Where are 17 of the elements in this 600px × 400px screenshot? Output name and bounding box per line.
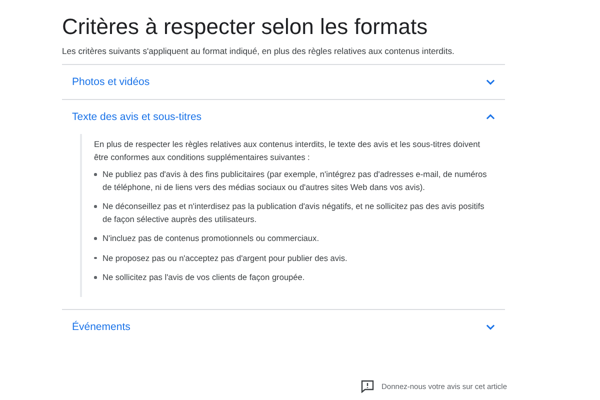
bullet-icon xyxy=(94,173,96,176)
bullet-text: Ne sollicitez pas l'avis de vos clients de façon groupée. xyxy=(102,271,305,284)
body-paragraph: En plus de respecter les règles relatives aux contenus interdits, le texte des avis et les sous-titres doivent être conformes aux conditions supplémentaires suivantes : xyxy=(94,138,481,163)
accordion-header[interactable]: Photos et vidéos xyxy=(62,65,505,99)
intro-text: Les critères suivants s'appliquent au format indiqué, en plus des règles relatives aux contenus interdits. xyxy=(62,46,456,56)
bullet-icon xyxy=(94,237,96,240)
page-title: Critères à respecter selon les formats xyxy=(62,14,429,40)
bullet-text: Ne publiez pas d'avis à des fins publicitaires (par exemple, n'intégrez pas d'adresses e-mail, de numéros de téléphone, ni de liens vers des médias sociaux ou d'autres sites Web dans vos avis). xyxy=(102,168,488,193)
bullet-icon xyxy=(94,256,96,259)
feedback-icon[interactable] xyxy=(360,380,374,393)
accordion-header[interactable]: Texte des avis et sous-titres xyxy=(62,100,505,134)
bullet-icon xyxy=(94,276,96,278)
bullet-text: Ne déconseillez pas et n'interdisez pas la publication d'avis négatifs, et ne sollicitez pas des avis positifs de façon sélective auprès des utilisateurs. xyxy=(102,200,486,225)
bullet-text: Ne proposez pas ou n'acceptez pas d'argent pour publier des avis. xyxy=(102,252,348,264)
accordion-header[interactable]: Événements xyxy=(62,310,505,344)
bullet-text: N'incluez pas de contenus promotionnels ou commerciaux. xyxy=(102,232,319,244)
bullet-icon xyxy=(94,205,96,208)
